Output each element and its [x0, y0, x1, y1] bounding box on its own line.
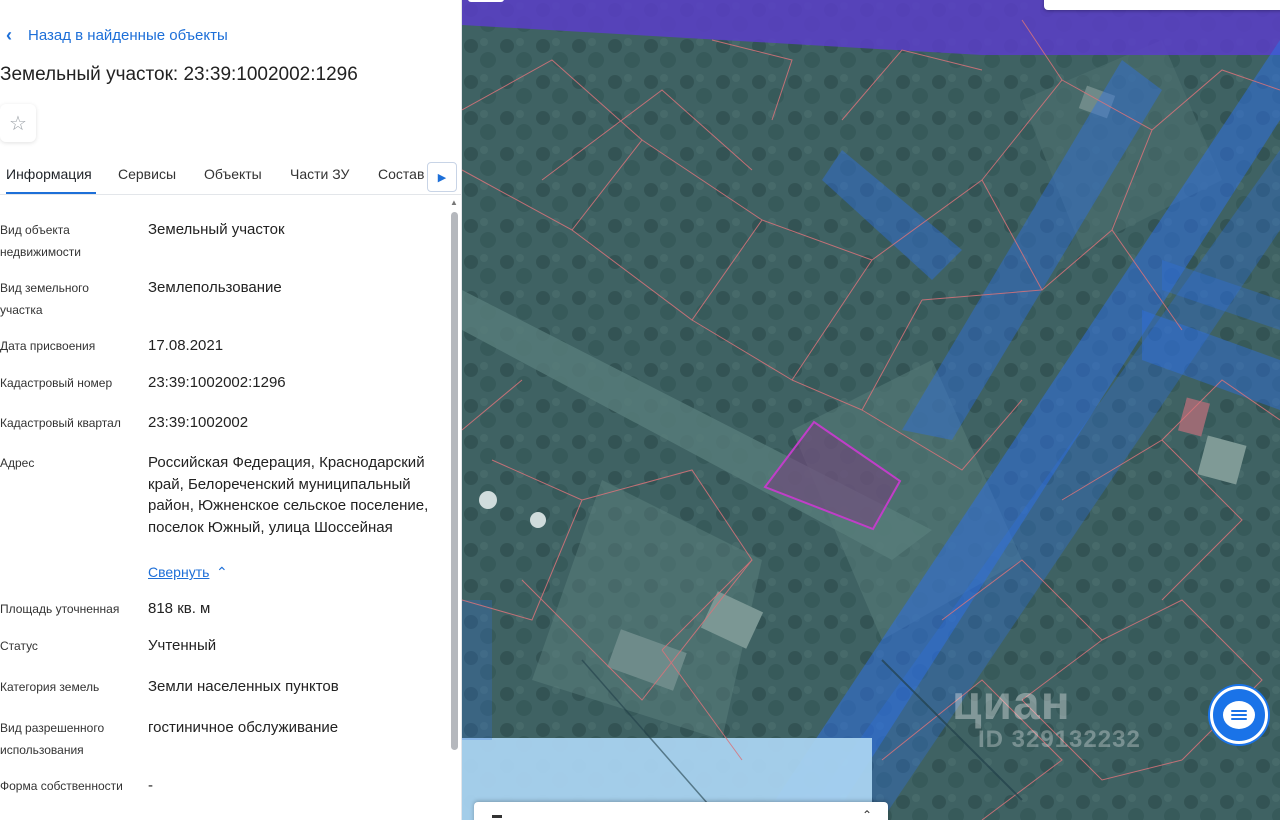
field-value: Землепользование: [148, 279, 282, 296]
field-value: Российская Федерация, Краснодарский край…: [148, 454, 429, 536]
field-value: гостиничное обслуживание: [148, 719, 339, 736]
triangle-right-icon: ▶: [437, 171, 447, 184]
tab-objects[interactable]: Объекты: [204, 155, 262, 194]
back-to-results-link[interactable]: ‹ Назад в найденные объекты: [6, 25, 228, 46]
map-bottom-card[interactable]: ⌃: [474, 802, 888, 820]
tab-bar: Информация Сервисы Объекты Части ЗУ Сост…: [0, 155, 461, 195]
field-value: Земли населенных пунктов: [148, 678, 339, 695]
scroll-up-arrow-icon[interactable]: ▲: [449, 198, 459, 208]
info-panel: ‹ Назад в найденные объекты Земельный уч…: [0, 0, 462, 820]
page-title: Земельный участок: 23:39:1002002:1296: [0, 64, 358, 85]
app-root: ‹ Назад в найденные объекты Земельный уч…: [0, 0, 1280, 820]
star-outline-icon: ☆: [9, 112, 27, 135]
field-label: Кадастровый квартал: [0, 416, 121, 430]
field-value: 17.08.2021: [148, 337, 224, 354]
field-value: Земельный участок: [148, 221, 285, 238]
field-value: 818 кв. м: [148, 600, 211, 617]
chevron-up-icon[interactable]: ⌃: [216, 564, 228, 581]
field-label: Адрес: [0, 456, 35, 470]
field-value: 23:39:1002002: [148, 414, 249, 431]
chat-bubble-icon: [1223, 701, 1255, 729]
chat-button[interactable]: [1210, 686, 1268, 744]
field-label: Дата присвоения: [0, 339, 96, 353]
collapse-address-link[interactable]: Свернуть: [148, 564, 209, 580]
panel-scrollbar[interactable]: ▲: [449, 198, 459, 758]
field-label: Категория земель: [0, 680, 100, 694]
tab-services[interactable]: Сервисы: [118, 155, 176, 194]
tabs-scroll-right-button[interactable]: ▶: [427, 162, 457, 192]
chevron-left-icon: ‹: [6, 25, 12, 45]
field-value: Учтенный: [148, 637, 217, 654]
field-label: Статус: [0, 639, 38, 653]
tab-information[interactable]: Информация: [6, 155, 96, 194]
field-value: -: [148, 777, 153, 794]
favorite-button[interactable]: ☆: [0, 104, 36, 142]
card-handle: [492, 815, 502, 818]
field-label: Форма собственности: [0, 779, 123, 793]
field-value: 23:39:1002002:1296: [148, 374, 286, 391]
map-control-stub[interactable]: [468, 0, 504, 2]
field-label: Вид разрешенного использования: [0, 721, 105, 757]
cadastral-map[interactable]: циан ID 329132232 ⌃: [462, 0, 1280, 820]
field-label: Вид земельного участка: [0, 281, 89, 317]
field-label: Кадастровый номер: [0, 376, 113, 390]
back-link-label: Назад в найденные объекты: [28, 27, 228, 44]
cian-watermark: циан: [952, 677, 1071, 730]
chevron-up-icon[interactable]: ⌃: [862, 808, 872, 820]
scroll-thumb[interactable]: [451, 212, 458, 750]
field-label: Площадь уточненная: [0, 602, 120, 616]
map-search-box[interactable]: [1044, 0, 1280, 10]
watermark-id: ID 329132232: [978, 726, 1141, 753]
tab-land-parts[interactable]: Части ЗУ: [290, 155, 349, 194]
field-label: Вид объекта недвижимости: [0, 223, 81, 259]
satellite-map-layer: [462, 0, 1280, 820]
tab-composition[interactable]: Состав: [378, 155, 424, 194]
